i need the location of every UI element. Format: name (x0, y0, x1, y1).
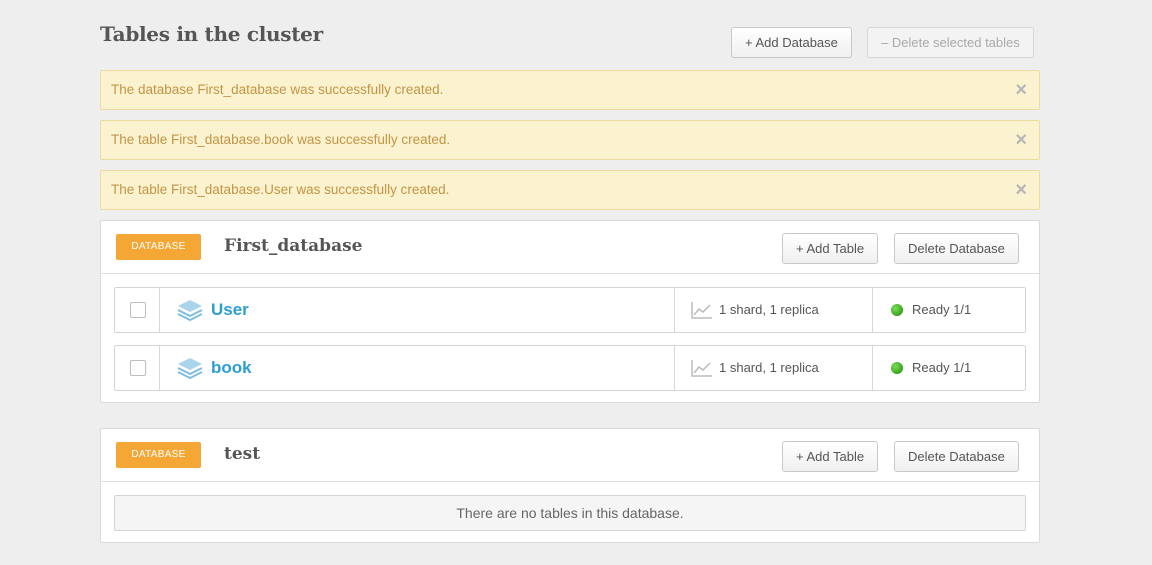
shards-text: 1 shard, 1 replica (719, 302, 819, 317)
alert-text: The database First_database was successf… (111, 82, 444, 97)
database-name: test (224, 444, 261, 464)
select-cell (115, 288, 160, 332)
table-name-cell: book (160, 346, 675, 390)
delete-database-button[interactable]: Delete Database (894, 441, 1019, 472)
shards-cell: 1 shard, 1 replica (675, 288, 873, 332)
alert-database-created: The database First_database was successf… (100, 70, 1040, 110)
database-badge: DATABASE (116, 234, 201, 260)
table-name-cell: User (160, 288, 675, 332)
add-table-button[interactable]: + Add Table (782, 441, 879, 472)
tables-page: Tables in the cluster + Add Database – D… (100, 0, 1040, 543)
table-checkbox[interactable] (130, 360, 146, 376)
add-table-button[interactable]: + Add Table (782, 233, 879, 264)
line-chart-icon (691, 302, 712, 319)
database-header: DATABASE test + Add Table Delete Databas… (101, 429, 1039, 482)
alert-text: The table First_database.User was succes… (111, 182, 450, 197)
page-header: Tables in the cluster + Add Database – D… (100, 0, 1040, 70)
database-panel-test: DATABASE test + Add Table Delete Databas… (100, 428, 1040, 543)
table-checkbox[interactable] (130, 302, 146, 318)
layers-icon (177, 358, 203, 380)
close-icon[interactable]: × (1015, 71, 1027, 109)
close-icon[interactable]: × (1015, 121, 1027, 159)
close-icon[interactable]: × (1015, 171, 1027, 209)
database-badge: DATABASE (116, 442, 201, 468)
status-text: Ready 1/1 (912, 302, 972, 317)
table-row: User 1 shard, 1 replica Ready 1/1 (114, 287, 1026, 333)
alert-text: The table First_database.book was succes… (111, 132, 451, 147)
add-database-button[interactable]: + Add Database (731, 27, 852, 58)
status-dot-icon (891, 362, 903, 374)
status-cell: Ready 1/1 (873, 346, 1025, 390)
database-name: First_database (224, 236, 363, 256)
status-text: Ready 1/1 (912, 360, 972, 375)
empty-database-message: There are no tables in this database. (114, 495, 1026, 531)
line-chart-icon (691, 360, 712, 377)
alert-table-user-created: The table First_database.User was succes… (100, 170, 1040, 210)
table-name-link[interactable]: book (211, 358, 252, 378)
delete-database-button[interactable]: Delete Database (894, 233, 1019, 264)
shards-text: 1 shard, 1 replica (719, 360, 819, 375)
alert-table-book-created: The table First_database.book was succes… (100, 120, 1040, 160)
table-name-link[interactable]: User (211, 300, 249, 320)
database-header: DATABASE First_database + Add Table Dele… (101, 221, 1039, 274)
database-panel-first-database: DATABASE First_database + Add Table Dele… (100, 220, 1040, 403)
layers-icon (177, 300, 203, 322)
status-dot-icon (891, 304, 903, 316)
select-cell (115, 346, 160, 390)
shards-cell: 1 shard, 1 replica (675, 346, 873, 390)
table-row: book 1 shard, 1 replica Ready 1/1 (114, 345, 1026, 391)
delete-selected-tables-button[interactable]: – Delete selected tables (867, 27, 1034, 58)
status-cell: Ready 1/1 (873, 288, 1025, 332)
page-title: Tables in the cluster (100, 22, 323, 46)
